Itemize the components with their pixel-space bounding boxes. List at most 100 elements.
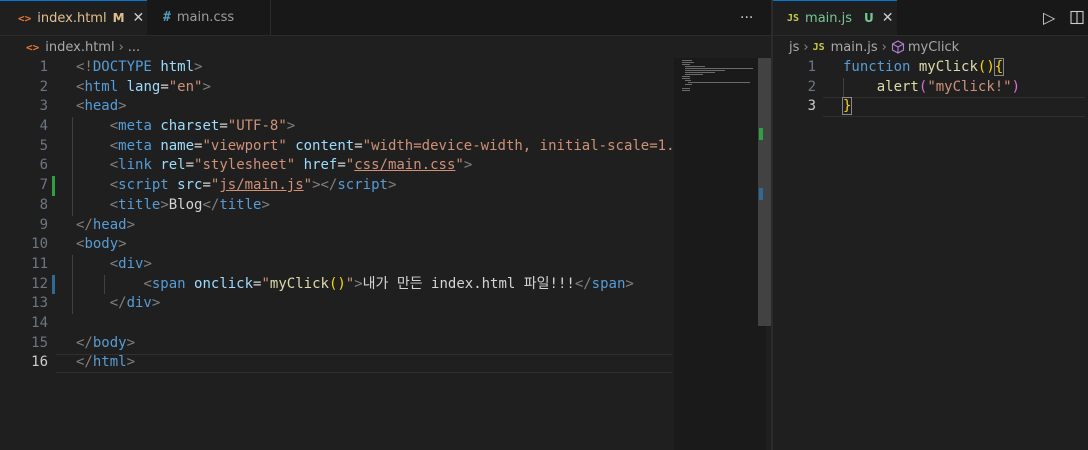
- line-code: </body>: [76, 334, 135, 354]
- code-token: >: [160, 196, 169, 213]
- code-token: =: [160, 78, 169, 95]
- editor-group-left: <> index.html M ✕ # main.css ··· <> inde…: [0, 0, 771, 450]
- code-token: myClick: [918, 59, 978, 75]
- code-token: </: [574, 275, 592, 292]
- code-token: >: [463, 157, 473, 174]
- chevron-right-icon: ›: [118, 39, 124, 55]
- code-token: head: [84, 98, 119, 115]
- code-token: script: [118, 177, 169, 194]
- code-token: =: [219, 118, 228, 135]
- code-line[interactable]: 1 function myClick(){: [773, 58, 1088, 78]
- line-code: <span onclick="myClick()">내가 만든 index.ht…: [76, 275, 633, 295]
- line-number: 2: [807, 78, 816, 95]
- code-line[interactable]: 16 </html>: [0, 353, 672, 373]
- code-token: name: [160, 137, 195, 154]
- code-line[interactable]: 6 <link rel="stylesheet" href="css/main.…: [0, 156, 672, 176]
- line-code: <meta charset="UTF-8">: [76, 117, 296, 137]
- breadcrumb: <> index.html › ...: [26, 36, 140, 58]
- line-number: 2: [39, 78, 48, 95]
- line-number: 7: [39, 177, 48, 194]
- tab-index-html[interactable]: <> index.html M ✕: [0, 0, 147, 35]
- line-code: </div>: [76, 294, 161, 314]
- code-editor-js[interactable]: 1 function myClick(){2 alert("myClick!") 3…: [773, 58, 1088, 118]
- code-token: >: [387, 177, 397, 194]
- code-token: div: [118, 255, 144, 272]
- code-token: charset: [160, 118, 220, 135]
- code-token: js/main.js: [219, 177, 304, 194]
- gutter-change-indicator: [52, 176, 55, 196]
- code-line[interactable]: 2 <html lang="en">: [0, 78, 672, 98]
- code-line[interactable]: 8 <title>Blog</title>: [0, 196, 672, 216]
- indent-guide: [843, 77, 844, 98]
- code-token: function: [843, 59, 911, 75]
- code-token: =: [354, 137, 363, 154]
- code-token: </: [109, 295, 127, 312]
- breadcrumb: js › JS main.js › myClick: [789, 36, 959, 58]
- code-token: <: [109, 157, 119, 174]
- code-line[interactable]: 5 <meta name="viewport" content="width=d…: [0, 137, 700, 157]
- code-token: "width=device-width, initial-scale=1.0": [362, 137, 692, 154]
- code-line[interactable]: 11 <div>: [0, 255, 672, 275]
- tab-bar-right: JS main.js U ✕ ▷: [773, 0, 1088, 36]
- code-line[interactable]: 7 <script src="js/main.js"></script>: [0, 176, 672, 196]
- breadcrumb-file[interactable]: main.js: [831, 40, 878, 55]
- line-code: <script src="js/main.js"></script>: [76, 176, 397, 196]
- code-token: <: [109, 118, 119, 135]
- run-icon[interactable]: ▷: [1043, 0, 1055, 35]
- breadcrumb-file[interactable]: index.html: [45, 40, 114, 55]
- code-token: (): [977, 59, 995, 75]
- split-editor-icon[interactable]: [1070, 0, 1085, 35]
- breadcrumb-symbol[interactable]: myClick: [908, 40, 959, 55]
- tab-main-js[interactable]: JS main.js U ✕: [773, 0, 897, 35]
- method-symbol-icon: [891, 40, 905, 54]
- code-token: onclick: [194, 275, 254, 292]
- code-line[interactable]: 3 <head>: [0, 97, 672, 117]
- code-line[interactable]: 4 <meta charset="UTF-8">: [0, 117, 672, 137]
- indent-guide: [72, 255, 73, 315]
- overview-ruler-change: [759, 188, 763, 200]
- indent-guide: [72, 117, 73, 216]
- line-code: <meta name="viewport" content="width=dev…: [76, 137, 700, 157]
- tab-label: main.css: [176, 10, 235, 25]
- close-icon[interactable]: ✕: [133, 10, 145, 26]
- code-line[interactable]: 3}: [773, 97, 1088, 117]
- code-token: {: [993, 58, 1005, 76]
- code-token: >: [118, 236, 127, 253]
- close-icon[interactable]: ✕: [882, 10, 894, 26]
- code-line[interactable]: 2 alert("myClick!"): [773, 78, 1088, 98]
- gutter-change-indicator: [52, 274, 55, 295]
- breadcrumb-ellipsis[interactable]: ...: [128, 40, 140, 55]
- code-line[interactable]: 14: [0, 314, 672, 334]
- code-editor-html[interactable]: 1 <!DOCTYPE html> 2 <html lang="en"> 3 <head>…: [0, 58, 700, 374]
- code-token: ": [303, 177, 313, 194]
- code-line[interactable]: 13 </div>: [0, 294, 672, 314]
- code-token: <: [109, 137, 119, 154]
- chevron-right-icon: ›: [881, 39, 887, 55]
- line-number: 4: [39, 118, 48, 135]
- line-code: <head>: [76, 97, 127, 117]
- code-token: <: [109, 196, 119, 213]
- minimap[interactable]: [674, 58, 766, 450]
- code-token: html: [160, 59, 195, 75]
- code-token: ": [261, 275, 270, 292]
- code-token: meta: [118, 118, 152, 135]
- code-line[interactable]: 9 </head>: [0, 216, 672, 236]
- code-token: <: [143, 275, 152, 292]
- tab-main-css[interactable]: # main.css: [147, 0, 271, 35]
- code-line[interactable]: 10 <body>: [0, 235, 672, 255]
- code-token: <: [109, 255, 119, 272]
- more-actions-icon[interactable]: ···: [740, 0, 753, 35]
- code-line[interactable]: 15 </body>: [0, 334, 672, 354]
- line-number: 10: [31, 236, 48, 253]
- code-token: href: [303, 157, 338, 174]
- breadcrumb-folder[interactable]: js: [789, 40, 799, 55]
- js-file-icon: JS: [787, 12, 800, 24]
- code-line[interactable]: 1 <!DOCTYPE html>: [0, 58, 672, 78]
- line-code: function myClick(){: [843, 58, 1005, 78]
- tab-label: index.html: [37, 10, 107, 26]
- tab-bar-left: <> index.html M ✕ # main.css ···: [0, 0, 771, 36]
- code-line[interactable]: 12 <span onclick="myClick()">내가 만든 index…: [0, 275, 672, 295]
